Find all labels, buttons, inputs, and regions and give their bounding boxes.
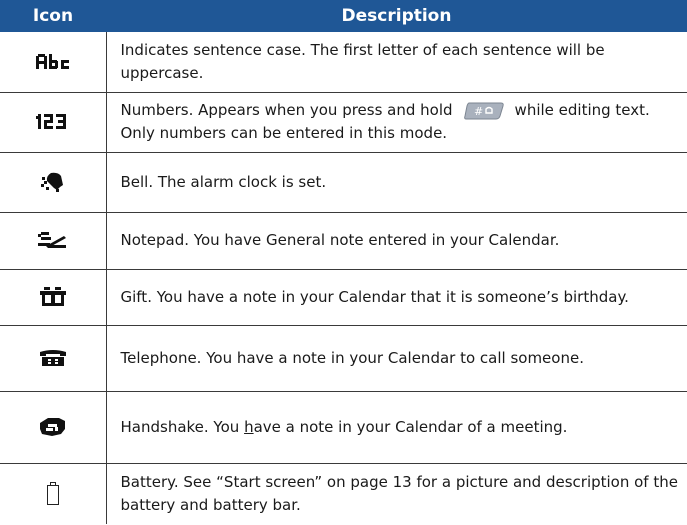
description-cell: Gift. You have a note in your Calendar t… xyxy=(106,269,687,326)
bell-icon xyxy=(40,172,63,192)
description-cell: Indicates sentence case. The first lette… xyxy=(106,32,687,93)
hash-key-icon: # xyxy=(463,101,505,121)
table-row: Battery. See “Start screen” on page 13 f… xyxy=(0,463,687,524)
table-row: Gift. You have a note in your Calendar t… xyxy=(0,269,687,326)
telephone-icon xyxy=(39,350,66,366)
icon-cell xyxy=(0,32,107,93)
table-row: Numbers. Appears when you press and hold… xyxy=(0,92,687,153)
icon-cell xyxy=(0,212,107,270)
icon-description-table: Icon Description Indicates sentence case… xyxy=(0,0,687,524)
icon-cell xyxy=(0,269,107,326)
icon-cell xyxy=(0,391,107,464)
description-text: Numbers. Appears when you press and hold xyxy=(120,101,453,119)
abc-text-mode-icon xyxy=(35,53,69,69)
description-cell: Telephone. You have a note in your Calen… xyxy=(106,325,687,392)
table-row: Notepad. You have General note entered i… xyxy=(0,212,687,270)
description-cell: Handshake. You have a note in your Calen… xyxy=(106,391,687,464)
icon-cell xyxy=(0,463,107,524)
icon-cell xyxy=(0,325,107,392)
description-text: Handshake. You xyxy=(120,417,245,436)
table-row: Handshake. You have a note in your Calen… xyxy=(0,391,687,464)
handshake-icon xyxy=(39,418,65,436)
123-number-mode-icon xyxy=(35,114,66,129)
header-description: Description xyxy=(106,0,687,32)
gift-icon xyxy=(39,287,66,306)
table-row: Telephone. You have a note in your Calen… xyxy=(0,325,687,392)
description-text: ave a note in your Calendar of a meeting… xyxy=(253,417,568,436)
notepad-icon xyxy=(37,231,66,248)
header-icon: Icon xyxy=(0,0,106,32)
description-cell: Numbers. Appears when you press and hold… xyxy=(106,92,687,153)
table-row: Indicates sentence case. The first lette… xyxy=(0,32,687,93)
icon-cell xyxy=(0,92,107,153)
description-cell: Battery. See “Start screen” on page 13 f… xyxy=(120,472,678,514)
description-cell: Notepad. You have General note entered i… xyxy=(106,212,687,270)
icon-cell xyxy=(0,152,107,213)
svg-text:#: # xyxy=(474,105,483,118)
description-cell: Bell. The alarm clock is set. xyxy=(106,152,687,213)
battery-icon xyxy=(46,481,59,505)
table-header-row: Icon Description xyxy=(0,0,687,32)
description-underlined-letter: h xyxy=(244,417,254,436)
table-row: Bell. The alarm clock is set. xyxy=(0,152,687,213)
